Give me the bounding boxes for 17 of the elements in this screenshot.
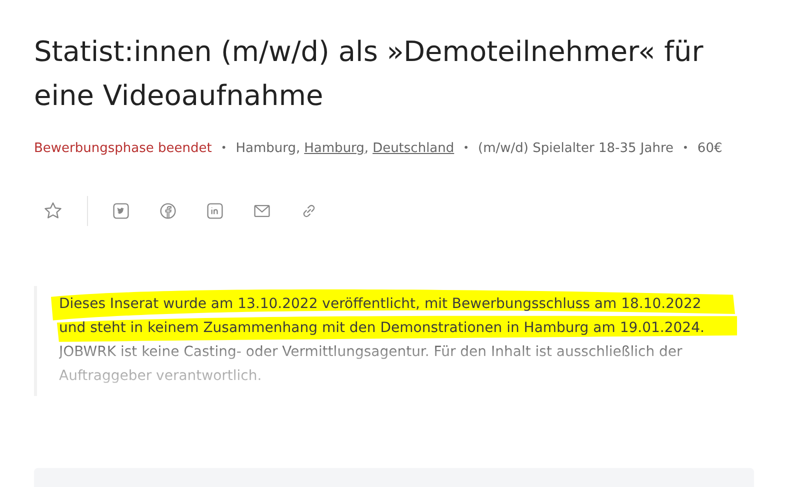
meta-text: 60€ [697,141,722,156]
linkedin-icon[interactable] [206,202,224,220]
location-text: Hamburg [236,141,296,156]
bird-icon[interactable] [112,202,130,220]
star-icon[interactable] [43,201,63,221]
status-label: Bewerbungsphase beendet [34,141,212,156]
facebook-icon[interactable] [159,202,177,220]
mail-icon[interactable] [253,202,271,220]
comma: , [296,141,300,156]
comma: , [364,141,369,156]
separator-dot: • [220,143,227,154]
location-link[interactable]: Deutschland [372,141,454,156]
separator-dot: • [463,143,470,154]
job-title: Statist:innen (m/w/d) als »Demoteilnehmer« für eine Videoaufnahme [34,34,704,114]
meta-text: (m/w/d) Spielalter 18-35 Jahre [478,141,674,156]
location-link[interactable]: Hamburg [304,141,364,156]
separator-dot: • [682,143,688,154]
